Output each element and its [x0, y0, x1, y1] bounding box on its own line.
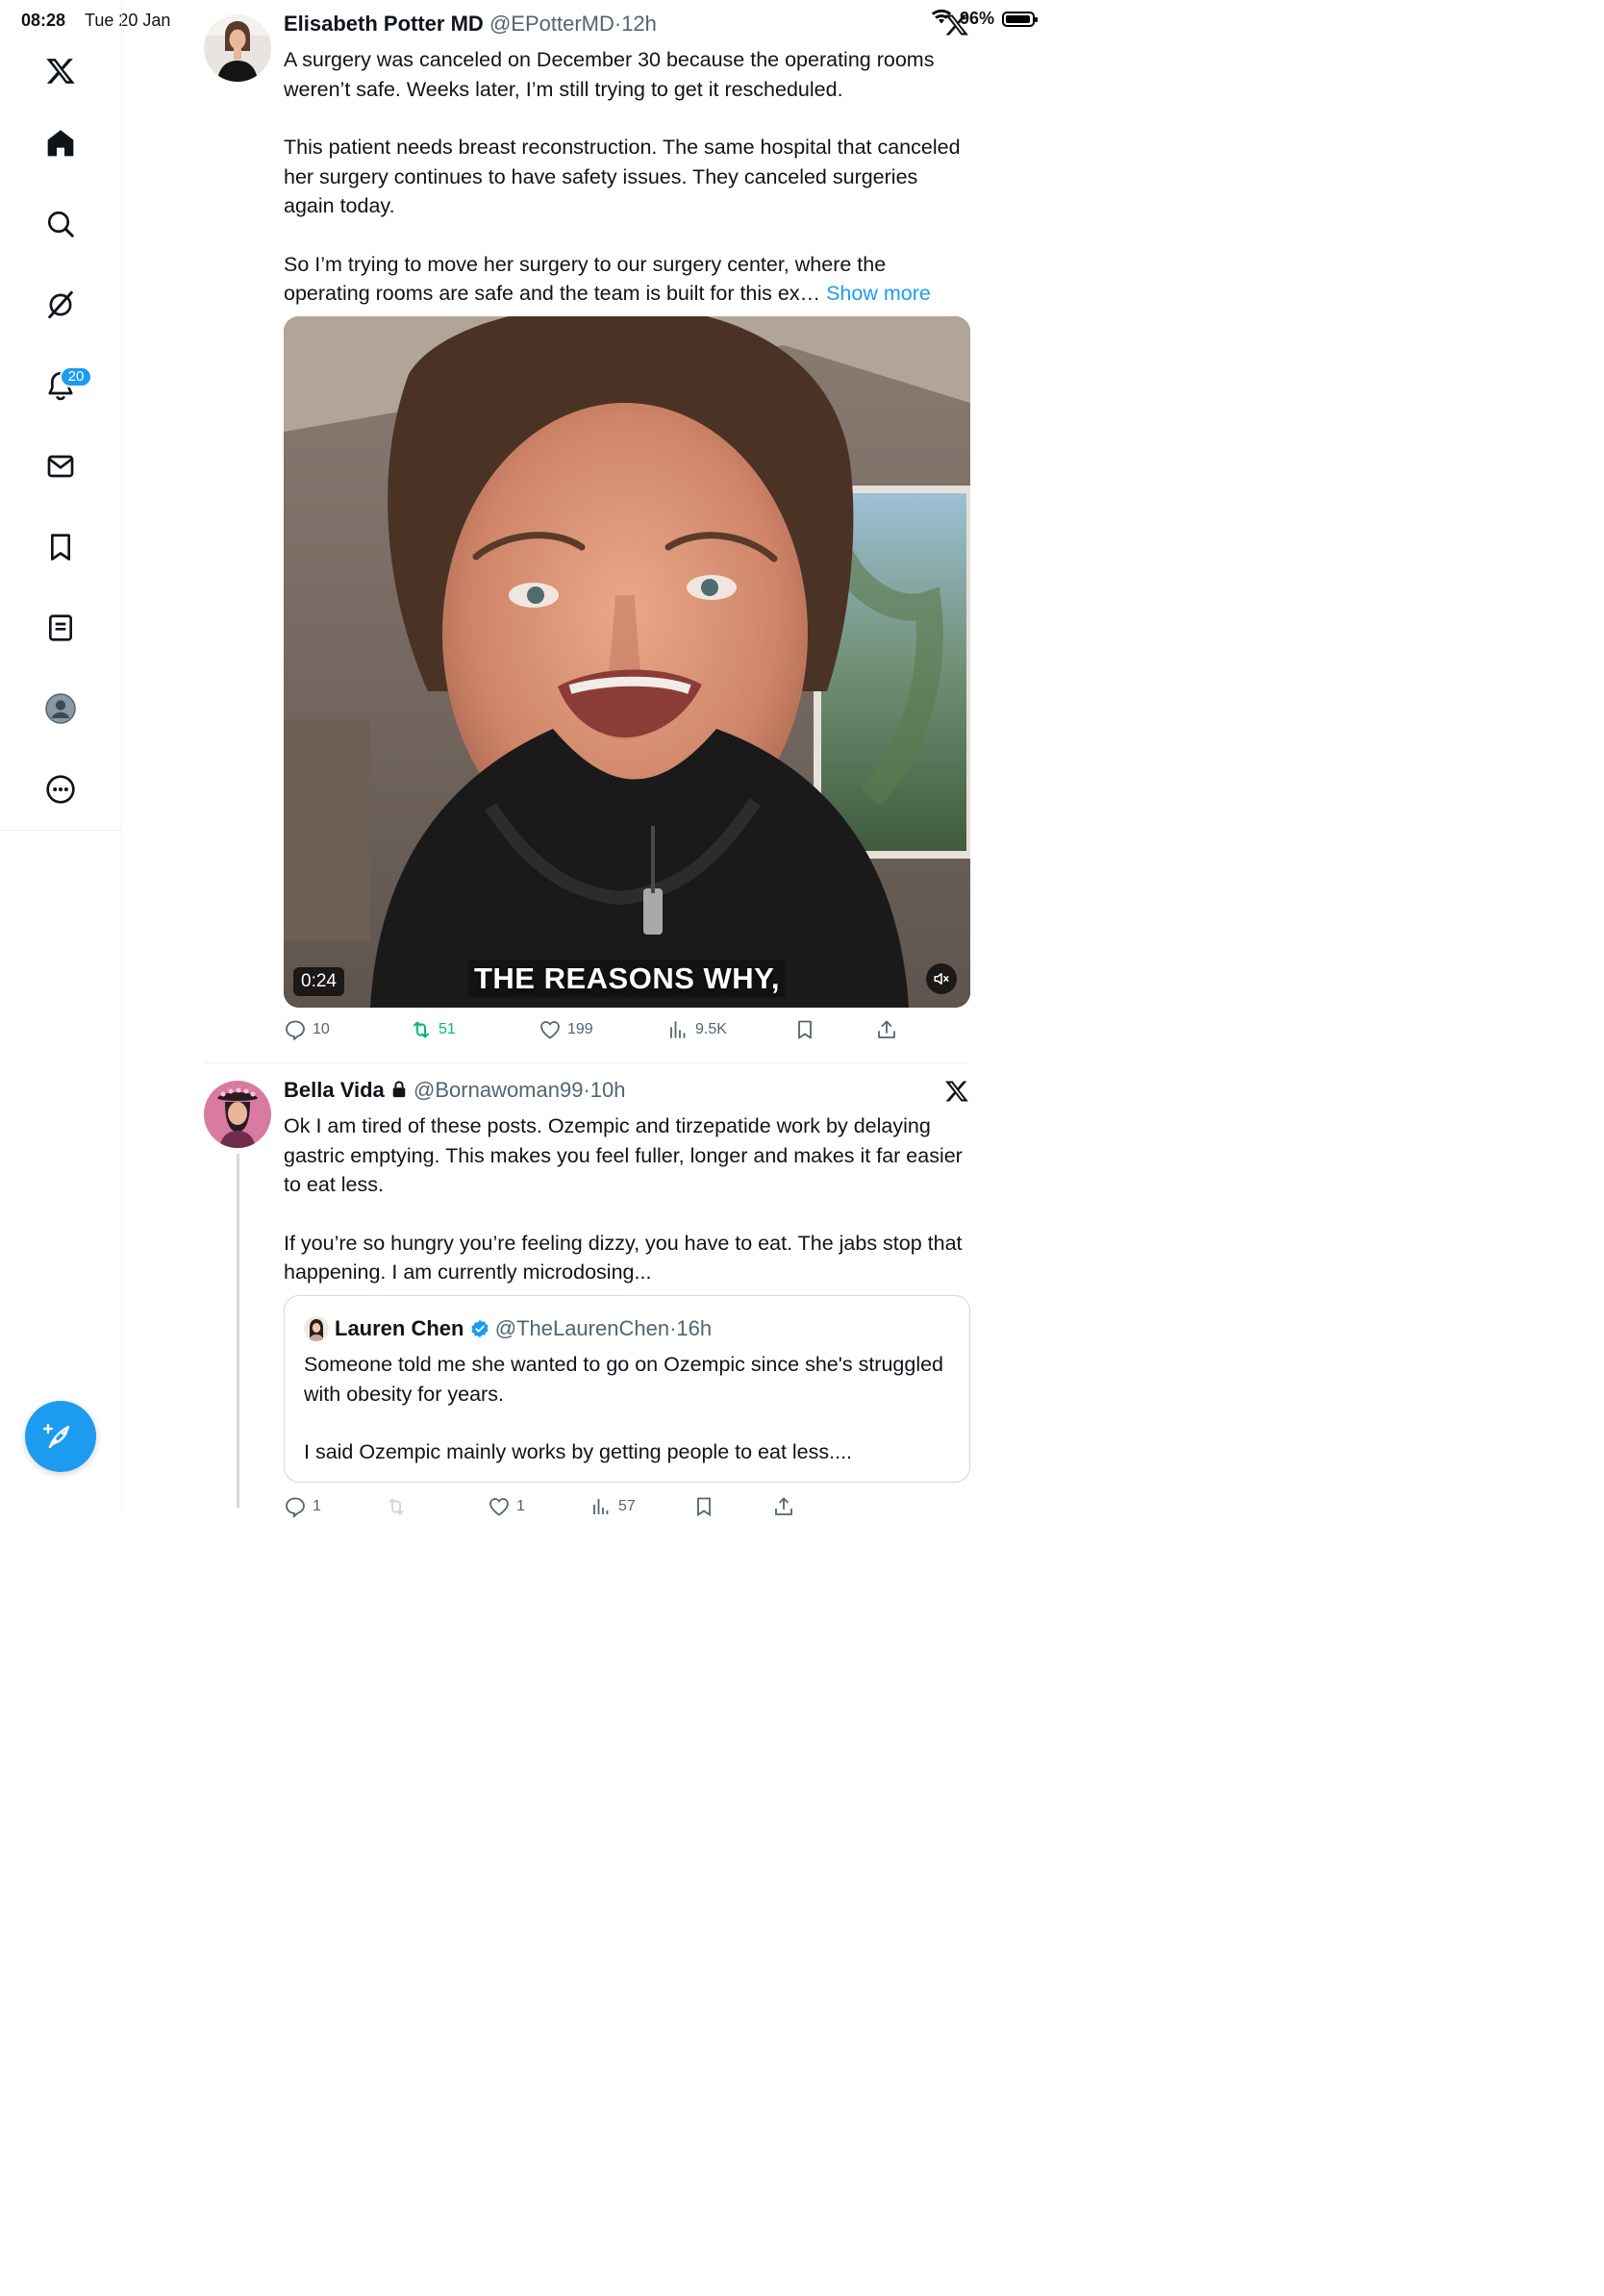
display-name[interactable]: Elisabeth Potter MD — [284, 12, 484, 36]
quote-paragraph: Someone told me she wanted to go on Ozem… — [304, 1353, 944, 1406]
grok-icon[interactable] — [39, 284, 82, 326]
compose-icon — [42, 1423, 70, 1449]
notifications-badge: 20 — [60, 366, 92, 387]
like-button[interactable]: 199 — [539, 1018, 593, 1041]
repost-button[interactable] — [385, 1495, 408, 1518]
video-frame — [284, 316, 970, 1008]
quote-text: Someone told me she wanted to go on Ozem… — [304, 1350, 950, 1496]
battery-icon — [1002, 11, 1038, 27]
tweet-paragraph: This patient needs breast reconstruction… — [284, 136, 961, 217]
home-icon[interactable] — [39, 122, 82, 164]
reply-count: 1 — [313, 1498, 321, 1514]
share-button[interactable] — [772, 1495, 795, 1518]
video-caption: THE REASONS WHY, — [284, 960, 970, 997]
bookmark-button[interactable] — [793, 1018, 816, 1041]
display-name[interactable]: Bella Vida — [284, 1078, 385, 1102]
repost-count: 51 — [439, 1021, 456, 1037]
views-count: 9.5K — [695, 1021, 727, 1037]
handle[interactable]: @Bornawoman99 — [414, 1078, 583, 1102]
reply-button[interactable]: 1 — [284, 1495, 321, 1518]
like-count: 1 — [516, 1498, 525, 1514]
views-count: 57 — [618, 1498, 636, 1514]
x-logo-icon[interactable] — [944, 1079, 969, 1104]
avatar-icon[interactable] — [39, 687, 82, 730]
views-icon — [670, 1021, 686, 1038]
share-icon — [775, 1497, 792, 1515]
quote-paragraph: I said Ozempic mainly works by getting p… — [304, 1440, 853, 1463]
views-button[interactable]: 57 — [589, 1495, 636, 1518]
share-button[interactable] — [875, 1018, 898, 1041]
quote-display-name[interactable]: Lauren Chen — [335, 1316, 464, 1340]
timestamp[interactable]: 12h — [621, 12, 657, 36]
search-icon[interactable] — [39, 203, 82, 245]
reply-count: 10 — [313, 1021, 330, 1037]
views-icon — [593, 1499, 609, 1514]
mute-button[interactable] — [926, 963, 957, 994]
tweet-paragraph: If you’re so hungry you’re feeling dizzy… — [284, 1231, 963, 1285]
separator-dot: · — [583, 1078, 590, 1102]
list-icon[interactable] — [39, 607, 82, 649]
tweet-actions: 10 51 199 9.5K — [284, 1018, 909, 1047]
x-logo-icon[interactable] — [944, 12, 969, 37]
tweet-actions-partial: 1 1 57 — [284, 1495, 909, 1518]
tweet-header: Bella Vida @Bornawoman99·10h — [284, 1077, 938, 1104]
quote-timestamp[interactable]: 16h — [676, 1316, 712, 1340]
quoted-tweet[interactable]: Lauren Chen @TheLaurenChen·16h Someone t… — [284, 1295, 970, 1483]
heart-icon — [540, 1021, 560, 1039]
bookmark-button[interactable] — [692, 1495, 715, 1518]
speaker-muted-icon — [934, 973, 949, 985]
compose-button[interactable] — [25, 1401, 96, 1472]
tweet-divider — [204, 1062, 970, 1063]
repost-button[interactable]: 51 — [410, 1018, 456, 1041]
tweet-paragraph: Ok I am tired of these posts. Ozempic an… — [284, 1114, 963, 1196]
avatar[interactable] — [204, 14, 271, 82]
handle[interactable]: @EPotterMD — [489, 12, 614, 36]
timestamp[interactable]: 10h — [590, 1078, 626, 1102]
sidebar: 20 — [0, 0, 122, 1508]
reply-button[interactable]: 10 — [284, 1018, 330, 1041]
x-logo-icon[interactable] — [39, 50, 82, 92]
thread-line — [237, 1154, 239, 1508]
envelope-icon[interactable] — [39, 445, 82, 487]
video-caption-text: THE REASONS WHY, — [467, 960, 787, 997]
show-more-link[interactable]: Show more — [826, 282, 931, 305]
verified-badge-icon — [470, 1319, 489, 1338]
like-count: 199 — [567, 1021, 593, 1037]
tweet-paragraph: So I’m trying to move her surgery to our… — [284, 250, 966, 309]
bookmark-icon — [798, 1020, 812, 1039]
repost-icon — [414, 1021, 429, 1038]
video-player[interactable]: 0:24 THE REASONS WHY, — [284, 316, 970, 1008]
reply-icon — [286, 1020, 305, 1040]
heart-icon — [489, 1498, 509, 1516]
repost-icon — [388, 1498, 404, 1515]
reply-icon — [286, 1497, 305, 1518]
quote-header: Lauren Chen @TheLaurenChen·16h — [335, 1315, 712, 1342]
more-circle-icon[interactable] — [39, 768, 82, 811]
quote-avatar[interactable] — [304, 1316, 329, 1341]
bookmark-icon — [697, 1497, 711, 1517]
tweet-paragraph-text: So I’m trying to move her surgery to our… — [284, 252, 887, 306]
tweet-text: A surgery was canceled on December 30 be… — [284, 45, 966, 309]
avatar[interactable] — [204, 1081, 271, 1148]
lock-icon — [392, 1081, 406, 1098]
tweet-paragraph: A surgery was canceled on December 30 be… — [284, 48, 935, 101]
views-button[interactable]: 9.5K — [666, 1018, 727, 1041]
share-icon — [878, 1020, 895, 1038]
quote-handle[interactable]: @TheLaurenChen — [495, 1316, 669, 1340]
sidebar-divider — [0, 830, 121, 831]
tweet-header: Elisabeth Potter MD @EPotterMD·12h — [284, 11, 957, 37]
like-button[interactable]: 1 — [488, 1495, 525, 1518]
tweet-text: Ok I am tired of these posts. Ozempic an… — [284, 1111, 966, 1287]
bookmark-icon[interactable] — [39, 526, 82, 568]
